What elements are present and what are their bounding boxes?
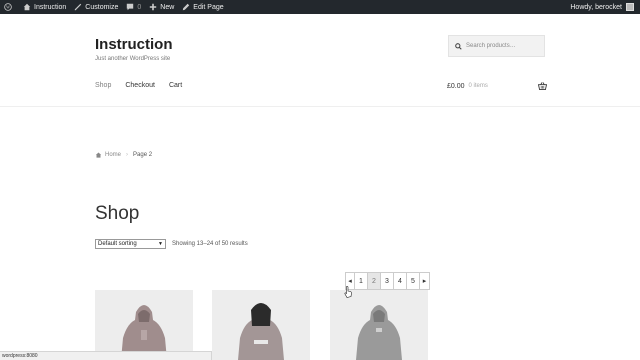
- chevron-down-icon: ▼: [158, 241, 163, 247]
- admin-bar: W Instruction Customize 0 New Edit Page …: [0, 0, 640, 14]
- home-icon: [95, 152, 102, 158]
- search-placeholder: Search products…: [466, 43, 516, 49]
- comment-icon: [127, 3, 134, 11]
- pagination: ◂ 1 2 3 4 5 ▸: [345, 272, 430, 290]
- search-input[interactable]: Search products…: [448, 35, 545, 57]
- comments-link[interactable]: 0: [122, 0, 145, 14]
- breadcrumb-current: Page 2: [133, 152, 153, 158]
- new-label: New: [160, 3, 175, 11]
- new-content-link[interactable]: New: [145, 0, 178, 14]
- home-icon: [23, 3, 31, 11]
- pagination-next-button[interactable]: ▸: [420, 273, 429, 289]
- plus-icon: [150, 3, 157, 11]
- breadcrumb: Home › Page 2: [95, 152, 152, 158]
- comments-count: 0: [137, 3, 142, 11]
- orderby-selected-value: Default sorting: [98, 241, 137, 247]
- primary-navigation: Shop Checkout Cart: [95, 82, 196, 89]
- pagination-page-3[interactable]: 3: [381, 273, 394, 289]
- orderby-select[interactable]: Default sorting ▼: [95, 239, 166, 249]
- pagination-page-1[interactable]: 1: [355, 273, 368, 289]
- browser-status-bar: wordpress:8080: [0, 351, 212, 360]
- customize-label: Customize: [85, 3, 119, 11]
- site-name-link[interactable]: Instruction: [19, 0, 70, 14]
- my-account-link[interactable]: Howdy, berocket: [570, 3, 640, 11]
- wp-logo-button[interactable]: W: [0, 0, 19, 14]
- pagination-page-2: 2: [368, 273, 381, 289]
- site-name-label: Instruction: [34, 3, 67, 11]
- site-title[interactable]: Instruction: [95, 36, 173, 53]
- pagination-page-4[interactable]: 4: [394, 273, 407, 289]
- header-cart[interactable]: £0.00 0 items: [447, 82, 547, 90]
- howdy-label: Howdy, berocket: [570, 3, 622, 11]
- hoodie-image: [356, 305, 402, 360]
- pagination-page-5[interactable]: 5: [407, 273, 420, 289]
- page-title: Shop: [95, 203, 140, 224]
- basket-icon: [538, 82, 547, 90]
- result-count: Showing 13–24 of 50 results: [172, 241, 248, 247]
- hoodie-image: [238, 303, 284, 360]
- nav-item-shop[interactable]: Shop: [95, 82, 111, 89]
- product-image-3[interactable]: [330, 290, 428, 360]
- product-image-1[interactable]: [95, 290, 193, 360]
- nav-item-cart[interactable]: Cart: [169, 82, 182, 89]
- site-tagline: Just another WordPress site: [95, 56, 171, 62]
- brush-icon: [75, 3, 82, 11]
- header-divider: [0, 106, 640, 107]
- edit-page-link[interactable]: Edit Page: [178, 0, 227, 14]
- product-image-2[interactable]: [212, 290, 310, 360]
- customize-link[interactable]: Customize: [70, 0, 122, 14]
- hand-cursor-icon: [344, 286, 352, 298]
- breadcrumb-home-link[interactable]: Home: [105, 152, 121, 158]
- breadcrumb-separator: ›: [126, 152, 129, 158]
- wordpress-icon: W: [4, 3, 12, 11]
- nav-item-checkout[interactable]: Checkout: [125, 82, 155, 89]
- search-icon: [455, 42, 462, 50]
- edit-page-label: Edit Page: [193, 3, 224, 11]
- pencil-icon: [183, 3, 190, 11]
- cart-count: 0 items: [468, 83, 488, 89]
- avatar: [626, 3, 634, 11]
- cart-total: £0.00: [447, 82, 465, 90]
- svg-text:W: W: [6, 5, 10, 10]
